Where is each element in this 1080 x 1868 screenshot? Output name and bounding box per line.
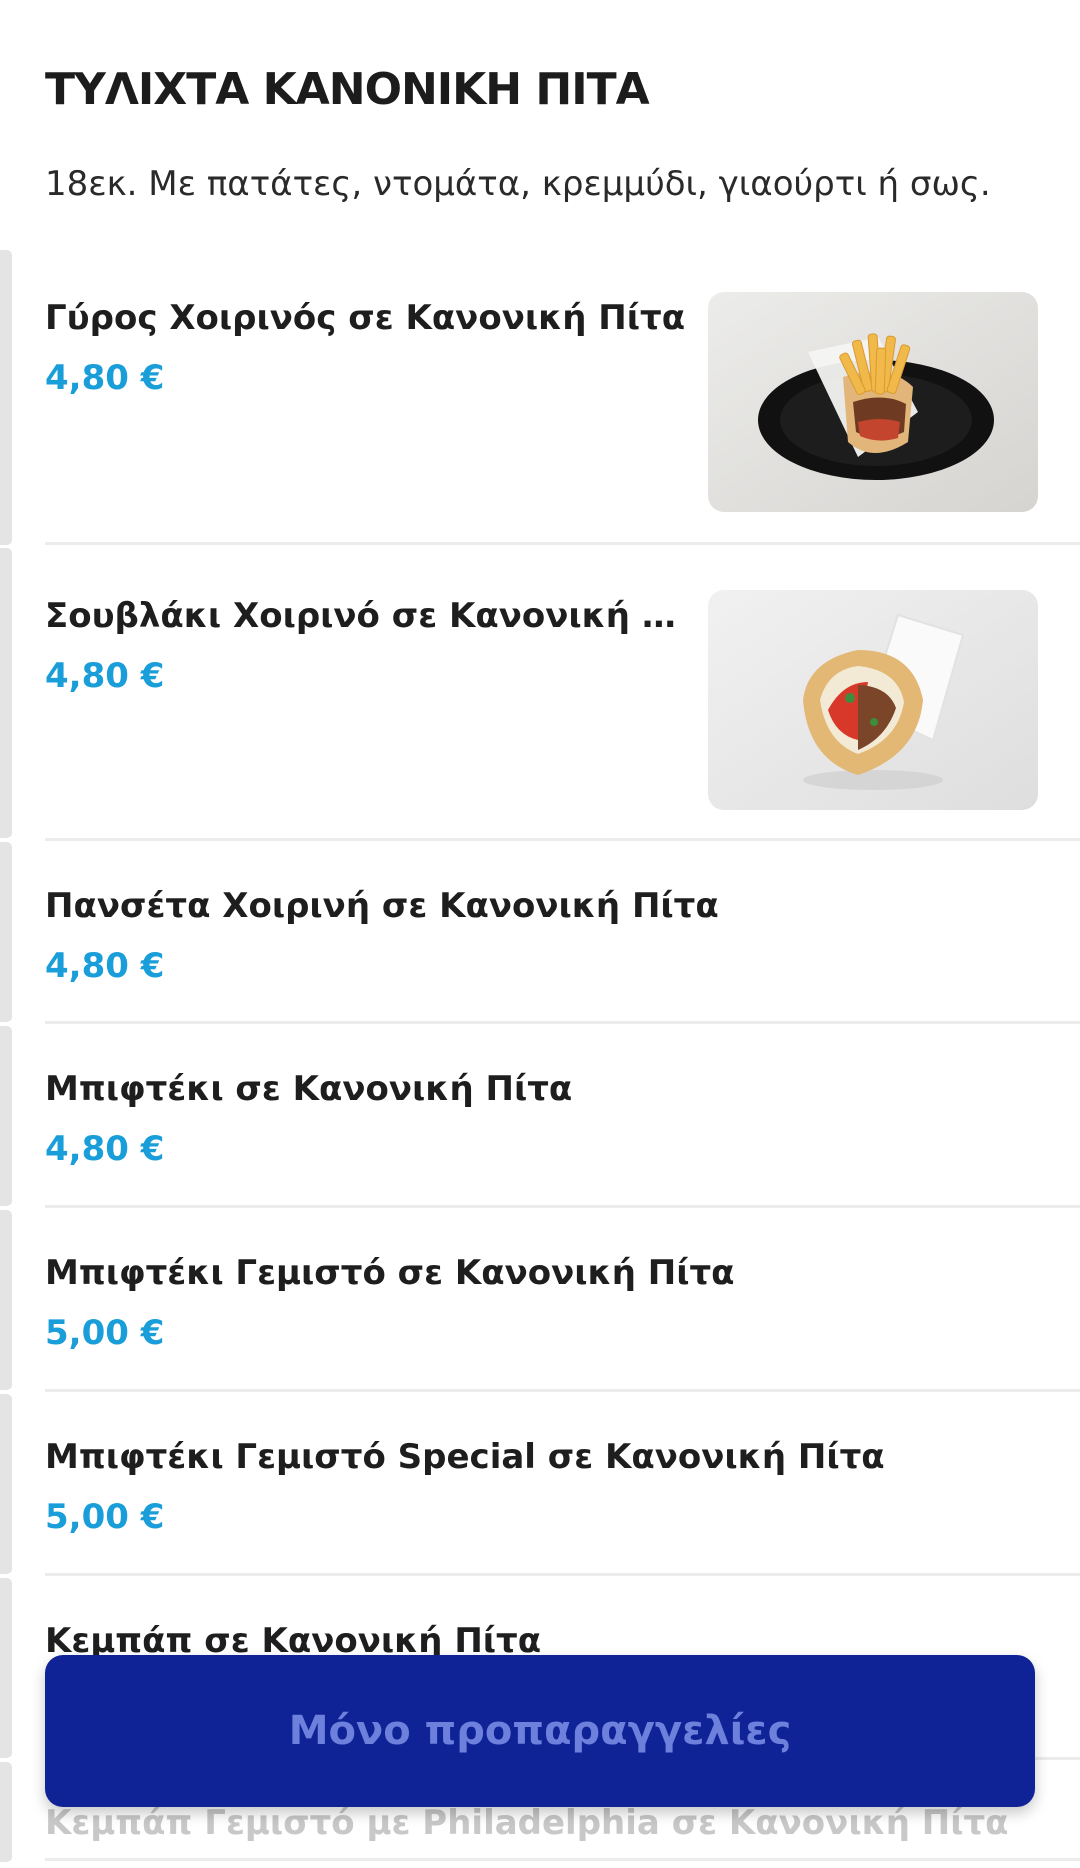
menu-item[interactable]: Μπιφτέκι Γεμιστό σε Κανονική Πίτα 5,00 € bbox=[45, 1208, 1080, 1392]
preorder-only-button[interactable]: Μόνο προπαραγγελίες bbox=[45, 1655, 1035, 1807]
menu-item[interactable]: Πανσέτα Χοιρινή σε Κανονική Πίτα 4,80 € bbox=[45, 841, 1080, 1024]
menu-item-price: 4,80 € bbox=[45, 1129, 165, 1169]
souvlaki-pita-image bbox=[708, 590, 1038, 810]
menu-item-price: 4,80 € bbox=[45, 656, 165, 696]
left-edge-strip bbox=[0, 548, 12, 838]
menu-item[interactable]: Γύρος Χοιρινός σε Κανονική Πίτα 4,80 € bbox=[45, 247, 1080, 545]
menu-item-name: Μπιφτέκι Γεμιστό σε Κανονική Πίτα bbox=[45, 1253, 735, 1293]
menu-item-price: 5,00 € bbox=[45, 1497, 165, 1537]
category-title: ΤΥΛΙΧΤΑ ΚΑΝΟΝΙΚΗ ΠΙΤΑ bbox=[45, 64, 650, 115]
menu-item-price: 4,80 € bbox=[45, 946, 165, 986]
menu-item-name: Σουβλάκι Χοιρινό σε Κανονική … bbox=[45, 596, 676, 636]
menu-item[interactable]: Σουβλάκι Χοιρινό σε Κανονική … 4,80 € bbox=[45, 545, 1080, 841]
menu-item[interactable]: Μπιφτέκι Γεμιστό Special σε Κανονική Πίτ… bbox=[45, 1392, 1080, 1576]
left-edge-strip bbox=[0, 842, 12, 1022]
menu-item-name: Μπιφτέκι σε Κανονική Πίτα bbox=[45, 1069, 573, 1109]
left-edge-strip bbox=[0, 1026, 12, 1206]
left-edge-strip bbox=[0, 250, 12, 545]
left-edge-strip bbox=[0, 1394, 12, 1574]
divider bbox=[45, 1858, 1080, 1861]
menu-item-name: Μπιφτέκι Γεμιστό Special σε Κανονική Πίτ… bbox=[45, 1437, 885, 1477]
menu-item-price: 5,00 € bbox=[45, 1313, 165, 1353]
category-description: 18εκ. Με πατάτες, ντομάτα, κρεμμύδι, για… bbox=[45, 164, 991, 204]
menu-item[interactable]: Μπιφτέκι σε Κανονική Πίτα 4,80 € bbox=[45, 1024, 1080, 1208]
menu-item-name: Γύρος Χοιρινός σε Κανονική Πίτα bbox=[45, 298, 686, 338]
menu-item-price: 4,80 € bbox=[45, 358, 165, 398]
left-edge-strip bbox=[0, 1210, 12, 1390]
left-edge-strip bbox=[0, 1762, 12, 1862]
menu-item-name: Πανσέτα Χοιρινή σε Κανονική Πίτα bbox=[45, 886, 719, 926]
left-edge-strip bbox=[0, 1578, 12, 1758]
gyros-pita-image bbox=[708, 292, 1038, 512]
